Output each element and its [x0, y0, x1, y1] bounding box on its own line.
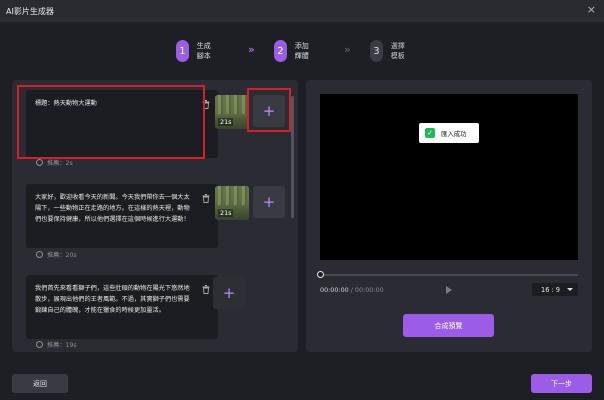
time-display: 00:00:00 / 00:00:00	[320, 286, 384, 294]
script-card[interactable]: 我們首先來看看獅子們，這些壯碩的動物在陽光下悠然地散步，展現出他們的王者風範。不…	[26, 275, 218, 339]
total-time: / 00:00:00	[350, 286, 384, 294]
preview-panel: ✓ 匯入成功 00:00:00 / 00:00:00 16 : 9 合成預覽	[306, 80, 592, 352]
duration-text: 推薦：2s	[47, 160, 73, 167]
add-media-button[interactable]: +	[253, 186, 285, 218]
video-thumbnail[interactable]: 21s	[215, 95, 249, 129]
step-1-number: 1	[176, 40, 189, 62]
toast-message: 匯入成功	[441, 129, 467, 138]
duration-text: 推薦：19s	[47, 342, 77, 349]
highlight-box	[247, 88, 291, 132]
toast-notification: ✓ 匯入成功	[419, 123, 479, 143]
clock-icon	[36, 341, 43, 348]
current-time: 00:00:00	[320, 286, 349, 294]
highlight-box	[17, 85, 205, 159]
step-3[interactable]: 3 選擇模板	[370, 40, 407, 62]
thumbnail-duration: 21s	[218, 209, 234, 217]
video-thumbnail[interactable]: 21s	[215, 186, 249, 220]
step-3-label: 選擇模板	[390, 42, 405, 60]
step-1[interactable]: 1 生成腳本	[176, 40, 213, 62]
step-3-number: 3	[370, 40, 383, 62]
step-2[interactable]: 2 添加輝體	[274, 40, 311, 62]
timeline-handle[interactable]	[317, 271, 324, 278]
clock-icon	[36, 159, 43, 166]
video-preview[interactable]: ✓ 匯入成功	[320, 94, 578, 260]
duration-hint: 推薦：19s	[36, 340, 77, 349]
thumbnail-duration: 21s	[218, 118, 234, 126]
duration-hint: 推薦：2s	[36, 158, 73, 167]
trash-icon[interactable]	[202, 285, 210, 294]
window-title: AI影片生成器	[6, 7, 54, 16]
add-media-button[interactable]: +	[213, 277, 245, 309]
script-card-text[interactable]: 大家好，歡迎收看今天的新聞。今天我們帶你去一個大太陽下，一些動物正在走路的地方。…	[35, 192, 192, 225]
duration-text: 推薦：20s	[47, 252, 77, 259]
step-separator-icon: »	[344, 43, 351, 56]
compose-preview-button[interactable]: 合成預覽	[403, 314, 494, 337]
back-button[interactable]: 返回	[12, 374, 68, 393]
play-icon[interactable]	[446, 286, 452, 294]
trash-icon[interactable]	[202, 194, 210, 203]
step-2-label: 添加輝體	[294, 42, 309, 60]
duration-hint: 推薦：20s	[36, 250, 77, 259]
aspect-ratio-select[interactable]: 16 : 9	[532, 283, 578, 296]
timeline-slider[interactable]	[317, 271, 578, 278]
clock-icon	[36, 251, 43, 258]
step-2-number: 2	[274, 40, 287, 62]
check-icon: ✓	[425, 128, 435, 138]
next-button[interactable]: 下一步	[531, 374, 592, 393]
script-card-text[interactable]: 我們首先來看看獅子們，這些壯碩的動物在陽光下悠然地散步，展現出他們的王者風範。不…	[35, 283, 192, 316]
script-card[interactable]: 大家好，歡迎收看今天的新聞。今天我們帶你去一個大太陽下，一些動物正在走路的地方。…	[26, 184, 218, 248]
aspect-ratio-value: 16 : 9	[541, 285, 560, 294]
title-bar: AI影片生成器 ×	[0, 0, 604, 22]
close-icon[interactable]: ×	[587, 4, 596, 16]
scrollbar[interactable]	[291, 96, 294, 218]
step-separator-icon: »	[248, 43, 255, 56]
step-1-label: 生成腳本	[196, 42, 211, 60]
chevron-down-icon	[567, 288, 573, 291]
